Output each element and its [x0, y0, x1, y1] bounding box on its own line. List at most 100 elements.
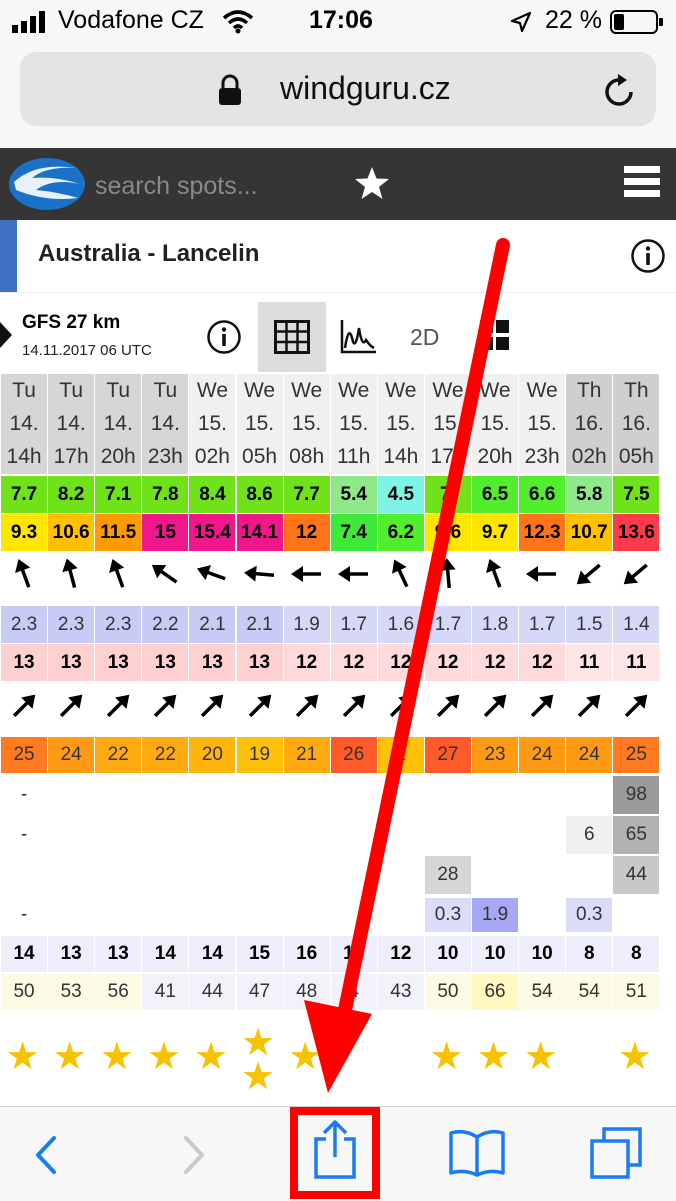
- rating-star-icon: ★: [146, 1036, 181, 1078]
- forecast-hour-label: 20h: [472, 440, 519, 474]
- lock-icon: [219, 74, 241, 105]
- forecast-date-label: 14.: [48, 407, 95, 440]
- forecast-day-label: We: [189, 374, 236, 407]
- forecast-hour-label: 05h: [613, 440, 660, 474]
- forecast-hour-label: 02h: [189, 440, 236, 474]
- wind-speed-cell: 7.: [424, 476, 471, 513]
- forecast-date-label: 15.: [189, 407, 236, 440]
- cloud-mid-cell: [189, 816, 235, 854]
- wind-speed-cell: 8.6: [236, 476, 283, 513]
- forecast-day-label: We: [472, 374, 519, 407]
- cloud-low-cell: [378, 856, 424, 894]
- tabs-icon[interactable]: [588, 1127, 644, 1181]
- cloud-high-cell: [48, 776, 94, 814]
- forecast-date-label: 16.: [613, 407, 660, 440]
- cloud-high-cell: 98: [613, 776, 660, 814]
- share-icon[interactable]: [310, 1119, 360, 1181]
- wind-gust-cell: 12: [283, 514, 330, 551]
- temperature-cell: 25: [613, 737, 660, 773]
- model-run-date: 14.11.2017 06 UTC: [22, 342, 152, 359]
- cloud-low-cell: [189, 856, 235, 894]
- windguru-logo-icon[interactable]: [6, 154, 88, 214]
- compact-view-icon[interactable]: [480, 320, 510, 352]
- cloud-low-cell: 44: [613, 856, 660, 894]
- cloud-low-cell: [284, 856, 330, 894]
- forecast-date-label: 15.: [377, 407, 424, 440]
- cloud-low-cell: [472, 856, 518, 894]
- bookmarks-icon[interactable]: [448, 1129, 506, 1177]
- browser-toolbar: [0, 1106, 676, 1201]
- forecast-hour-label: 05h: [236, 440, 283, 474]
- rating-star-icon: ★: [429, 1036, 464, 1078]
- wave-direction-arrow-icon: [59, 694, 83, 718]
- rating-star-icon: ★: [617, 1036, 652, 1078]
- back-icon[interactable]: [34, 1135, 58, 1175]
- rating-value-cell: 13: [95, 936, 142, 972]
- cloud-high-cell: [378, 776, 424, 814]
- cloud-low-cell: [237, 856, 283, 894]
- forecast-hour-label: 17h: [48, 440, 95, 474]
- humidity-cell: 48: [283, 974, 330, 1010]
- cloud-low-cell: [566, 856, 612, 894]
- clock: 17:06: [309, 6, 373, 34]
- cloud-mid-cell: [331, 816, 377, 854]
- wind-direction-arrow-icon: [109, 558, 125, 588]
- wave-direction-arrow-icon: [625, 694, 648, 718]
- graph-view-icon[interactable]: [340, 318, 378, 354]
- rating-value-cell: 14: [142, 936, 189, 972]
- table-view-button[interactable]: [258, 302, 326, 372]
- model-name: GFS 27 km: [22, 312, 121, 333]
- model-info-icon[interactable]: [206, 319, 242, 355]
- temperature-cell: 27: [424, 737, 471, 773]
- spot-header: Australia - Lancelin: [0, 220, 676, 293]
- wave-direction-arrow-icon: [201, 694, 224, 718]
- wave-height-cell: 2.1: [189, 606, 236, 643]
- forecast-date-label: 15.: [330, 407, 377, 440]
- humidity-cell: 43: [377, 974, 424, 1010]
- rating-star-icon: ★: [193, 1036, 229, 1078]
- cloud-mid-cell: [472, 816, 518, 854]
- wind-speed-cell: 5.8: [566, 476, 613, 513]
- rating-star-icon: ★: [52, 1036, 87, 1078]
- forecast-date-label: 14.: [95, 407, 142, 440]
- wave-direction-arrow-icon: [248, 694, 271, 718]
- wave-direction-arrow-icon: [530, 694, 554, 718]
- battery-percent: 22 %: [545, 6, 602, 34]
- wind-direction-arrow-icon: [439, 558, 456, 589]
- view-2d-button[interactable]: 2D: [410, 324, 439, 351]
- wind-speed-cell: 8.4: [189, 476, 236, 513]
- forecast-day-label: Tu: [95, 374, 142, 407]
- wind-speed-cell: 7.5: [613, 476, 660, 513]
- humidity-cell: 41: [142, 974, 189, 1010]
- humidity-cell: 54: [566, 974, 613, 1010]
- wave-height-cell: 2.3: [1, 606, 48, 643]
- cloud-low-cell: [142, 856, 188, 894]
- rating-star-icon: ★: [523, 1036, 558, 1078]
- cloud-high-cell: [95, 776, 141, 814]
- forward-icon[interactable]: [182, 1135, 206, 1175]
- temperature-cell: 24: [48, 737, 95, 773]
- wave-period-cell: 13: [48, 644, 95, 681]
- cloud-mid-cell: -: [20, 824, 28, 845]
- temperature-cell: 22: [95, 737, 142, 773]
- forecast-hour-label: 02h: [566, 440, 613, 474]
- search-input[interactable]: search spots...: [95, 172, 258, 201]
- wave-height-cell: 1.4: [613, 606, 660, 643]
- wave-height-cell: 1.7: [330, 606, 377, 643]
- wave-height-cell: 2.1: [236, 606, 283, 643]
- spot-info-icon[interactable]: [630, 238, 666, 274]
- forecast-hour-label: 23h: [142, 440, 189, 474]
- cloud-low-cell: 28: [424, 856, 471, 894]
- favorite-star-icon[interactable]: [354, 166, 390, 200]
- reload-icon[interactable]: [603, 72, 637, 108]
- wind-gust-cell: 15.4: [189, 514, 236, 551]
- wave-direction-arrow-icon: [12, 694, 36, 718]
- menu-icon[interactable]: [624, 164, 660, 200]
- wind-gust-cell: 14.1: [236, 514, 283, 551]
- triangle-right-icon[interactable]: [0, 322, 14, 348]
- forecast-hour-label: 20h: [95, 440, 142, 474]
- precipitation-cell: [519, 898, 565, 932]
- address-bar[interactable]: windguru.cz: [20, 52, 656, 126]
- wind-speed-cell: 7.8: [142, 476, 189, 513]
- wind-speed-cell: 7.7: [1, 476, 48, 513]
